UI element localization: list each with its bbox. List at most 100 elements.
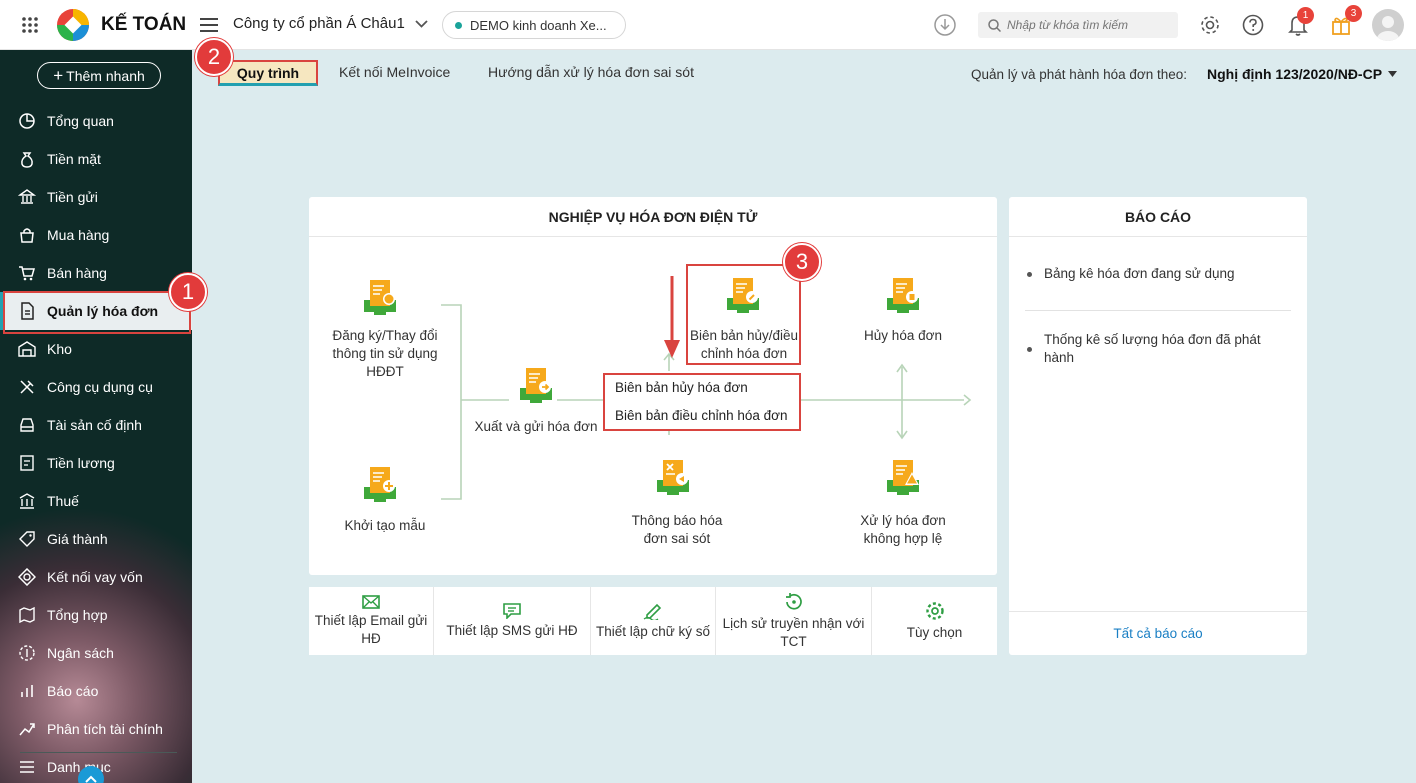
tab-workflow-label: Quy trình [236, 64, 300, 81]
email-settings-button[interactable]: Thiết lập Email gửi HĐ [309, 587, 433, 655]
cancel-label[interactable]: Hủy hóa đơn [850, 327, 956, 345]
company-selector[interactable]: Công ty cổ phần Á Châu1 [233, 15, 428, 32]
sidebar-item-3[interactable]: Mua hàng [0, 216, 192, 254]
sidebar-item-14[interactable]: Ngân sách [0, 634, 192, 672]
options-button[interactable]: Tùy chọn [872, 587, 997, 655]
menu-toggle-icon[interactable] [199, 15, 219, 35]
summary-icon [18, 606, 36, 624]
bank-icon [18, 188, 36, 206]
sidebar-item-1[interactable]: Tiền mặt [0, 140, 192, 178]
sidebar-item-label: Tiền lương [47, 455, 115, 471]
all-reports-link[interactable]: Tất cả báo cáo [1009, 626, 1307, 641]
sidebar-item-9[interactable]: Tiền lương [0, 444, 192, 482]
invalid-invoice-icon[interactable] [883, 458, 919, 495]
notify-error-label[interactable]: Thông báo hóa đơn sai sót [622, 512, 732, 548]
report-footer-divider [1009, 611, 1307, 612]
sidebar-item-6[interactable]: Kho [0, 330, 192, 368]
callout-badge-1: 1 [169, 273, 207, 311]
digital-signature-button[interactable]: Thiết lập chữ ký số [591, 587, 715, 655]
brand-logo-icon[interactable] [56, 8, 90, 42]
demo-chip[interactable]: DEMO kinh doanh Xe... [442, 11, 626, 39]
demo-label: DEMO kinh doanh Xe... [470, 17, 607, 33]
action-bar-divider [433, 587, 434, 655]
search-icon [988, 18, 1001, 32]
report-item[interactable]: Thống kê số lượng hóa đơn đã phát hành [1027, 331, 1277, 367]
tab-meinvoice[interactable]: Kết nối MeInvoice [339, 52, 450, 92]
pie-chart-icon [18, 112, 36, 130]
notify-error-invoice-icon[interactable] [653, 458, 689, 495]
handle-invalid-label[interactable]: Xử lý hóa đơn không hợp lệ [846, 512, 960, 548]
reports-title: BÁO CÁO [1009, 197, 1307, 237]
sidebar-item-15[interactable]: Báo cáo [0, 672, 192, 710]
action-bar-divider [871, 587, 872, 655]
sidebar-item-label: Bán hàng [47, 265, 107, 281]
loan-icon [18, 568, 36, 586]
gift-count-badge: 3 [1345, 5, 1362, 22]
init-template-label[interactable]: Khởi tạo mẫu [330, 517, 440, 535]
minutes-dropdown: Biên bản hủy hóa đơn Biên bản điều chỉnh… [603, 373, 801, 431]
report-icon [18, 682, 36, 700]
dropdown-item-cancel-minutes[interactable]: Biên bản hủy hóa đơn [615, 380, 748, 395]
sidebar-item-0[interactable]: Tổng quan [0, 102, 192, 140]
warehouse-icon [18, 340, 36, 358]
quick-add-label: Thêm nhanh [66, 67, 145, 84]
sidebar-item-label: Tài sản cố định [47, 417, 142, 433]
sidebar-item-label: Mua hàng [47, 227, 110, 243]
cart-icon [18, 264, 36, 282]
sidebar-item-label: Kho [47, 341, 72, 357]
sms-settings-label: Thiết lập SMS gửi HĐ [446, 622, 578, 638]
sidebar-item-label: Thuế [47, 493, 79, 509]
quick-add-button[interactable]: + Thêm nhanh [37, 62, 161, 89]
sidebar-item-label: Kết nối vay vốn [47, 569, 143, 585]
signature-icon [643, 603, 662, 620]
tab-error-guide[interactable]: Hướng dẫn xử lý hóa đơn sai sót [488, 52, 694, 92]
tax-icon [18, 492, 36, 510]
sidebar-item-13[interactable]: Tổng hợp [0, 596, 192, 634]
sidebar-divider [20, 752, 177, 753]
avatar[interactable] [1372, 9, 1404, 41]
sidebar-item-8[interactable]: Tài sản cố định [0, 406, 192, 444]
sidebar-item-11[interactable]: Giá thành [0, 520, 192, 558]
search-input[interactable] [1007, 18, 1167, 32]
email-icon [362, 594, 380, 609]
status-dot-icon [455, 21, 462, 29]
sidebar-item-4[interactable]: Bán hàng [0, 254, 192, 292]
tct-history-button[interactable]: Lịch sử truyền nhận với TCT [716, 587, 871, 655]
register-invoice-icon[interactable] [360, 278, 396, 315]
tab-workflow[interactable]: Quy trình [218, 60, 318, 86]
template-invoice-icon[interactable] [360, 465, 396, 502]
sidebar-item-2[interactable]: Tiền gửi [0, 178, 192, 216]
apps-grid-icon[interactable] [20, 15, 40, 35]
tct-history-label: Lịch sử truyền nhận với TCT [722, 615, 865, 649]
shopping-bag-icon [18, 226, 36, 244]
register-label[interactable]: Đăng ký/Thay đổi thông tin sử dụng HĐĐT [330, 327, 440, 381]
issue-send-label[interactable]: Xuất và gửi hóa đơn [470, 418, 602, 436]
sidebar-item-16[interactable]: Phân tích tài chính [0, 710, 192, 748]
sidebar-item-label: Giá thành [47, 531, 108, 547]
sidebar-item-10[interactable]: Thuế [0, 482, 192, 520]
dropdown-item-adjust-minutes[interactable]: Biên bản điều chỉnh hóa đơn [615, 408, 788, 423]
report-item[interactable]: Bảng kê hóa đơn đang sử dụng [1027, 265, 1289, 283]
sidebar-item-label: Tiền mặt [47, 151, 101, 167]
list-icon [18, 758, 36, 776]
analytics-icon [18, 720, 36, 738]
sidebar-item-12[interactable]: Kết nối vay vốn [0, 558, 192, 596]
report-divider [1025, 310, 1291, 311]
help-icon[interactable] [1242, 14, 1264, 36]
callout-badge-3: 3 [783, 243, 821, 281]
sidebar-item-7[interactable]: Công cụ dụng cụ [0, 368, 192, 406]
sms-settings-button[interactable]: Thiết lập SMS gửi HĐ [434, 587, 590, 655]
cancel-invoice-icon[interactable] [883, 276, 919, 313]
download-icon[interactable] [934, 14, 956, 36]
decree-selector[interactable]: Nghị định 123/2020/NĐ-CP [1207, 66, 1398, 82]
issue-invoice-icon[interactable] [516, 366, 552, 403]
sms-icon [503, 602, 521, 619]
report-item-label: Bảng kê hóa đơn đang sử dụng [1044, 266, 1235, 281]
reports-card: BÁO CÁO Bảng kê hóa đơn đang sử dụng Thố… [1009, 197, 1307, 655]
company-name: Công ty cổ phần Á Châu1 [233, 15, 405, 32]
bullet-icon [1027, 347, 1032, 352]
settings-gear-icon[interactable] [1199, 14, 1221, 36]
decree-label: Quản lý và phát hành hóa đơn theo: [971, 67, 1188, 82]
search-box[interactable] [978, 12, 1178, 38]
sidebar-item-label: Tiền gửi [47, 189, 98, 205]
